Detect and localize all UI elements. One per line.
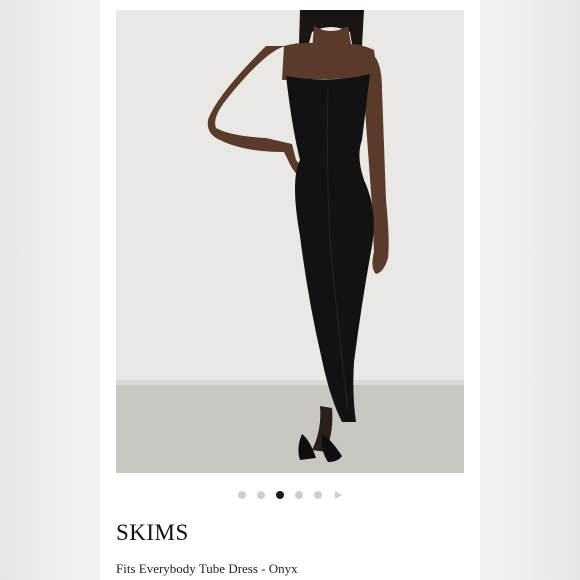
- carousel-dot-1[interactable]: [238, 491, 246, 499]
- image-carousel-indicator: [100, 488, 480, 502]
- product-photo-illustration: [116, 10, 464, 473]
- carousel-dot-4[interactable]: [295, 491, 303, 499]
- baseboard: [116, 380, 464, 385]
- brand-name[interactable]: SKIMS: [116, 520, 189, 546]
- product-title: Fits Everybody Tube Dress - Onyx: [116, 561, 298, 576]
- carousel-dot-5[interactable]: [314, 491, 322, 499]
- studio-floor: [116, 385, 464, 473]
- carousel-dot-2[interactable]: [257, 491, 265, 499]
- carousel-dot-3-active[interactable]: [276, 491, 284, 499]
- page-background: SKIMS Fits Everybody Tube Dress - Onyx: [0, 0, 580, 580]
- chevron-right-icon[interactable]: [335, 491, 342, 499]
- product-photo[interactable]: [116, 10, 464, 473]
- listing-card: SKIMS Fits Everybody Tube Dress - Onyx: [100, 0, 480, 580]
